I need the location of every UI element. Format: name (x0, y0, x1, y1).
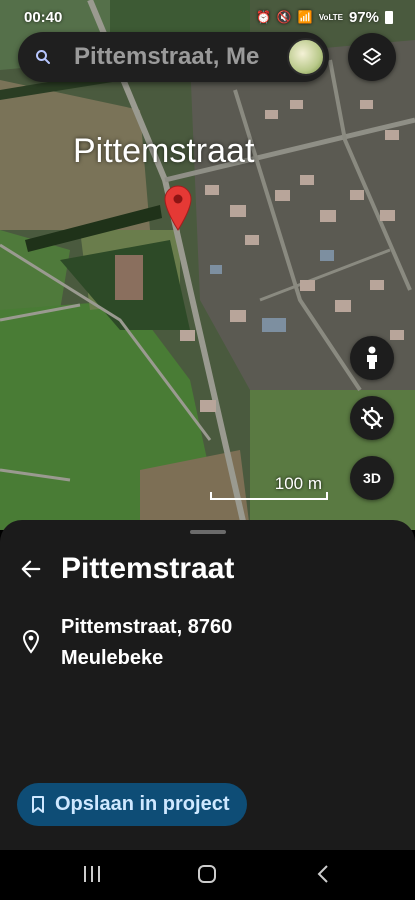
3d-toggle-button[interactable]: 3D (350, 456, 394, 500)
battery-percent: 97% (348, 8, 379, 26)
layers-icon (362, 47, 382, 66)
system-nav-bar (0, 850, 415, 900)
save-label: Opslaan in project (55, 793, 230, 815)
address-pin-icon (22, 630, 40, 654)
mute-icon: 🔇 (276, 10, 292, 24)
search-query[interactable]: Pittemstraat, Me (74, 43, 286, 71)
recent-apps-icon[interactable] (82, 864, 102, 884)
bookmark-icon (32, 795, 44, 813)
street-view-button[interactable] (350, 336, 394, 380)
map-place-label: Pittemstraat (73, 132, 255, 170)
map-scale: 100 m (210, 470, 328, 502)
account-avatar[interactable] (287, 38, 325, 76)
status-time: 00:40 (24, 8, 63, 26)
home-icon[interactable] (197, 864, 217, 884)
search-icon (36, 50, 50, 64)
battery-icon (385, 10, 393, 24)
address-line-2: Meulebeke (61, 647, 164, 669)
place-title: Pittemstraat (61, 552, 235, 585)
alarm-icon: ⏰ (255, 10, 271, 24)
my-location-button[interactable] (350, 396, 394, 440)
scale-label: 100 m (274, 474, 322, 493)
place-address: Pittemstraat, 8760 Meulebeke (61, 612, 232, 674)
location-off-icon (361, 407, 383, 429)
status-icons: ⏰ 🔇 📶 VoLTE 97% (256, 9, 393, 26)
scale-bar (210, 492, 328, 500)
place-details-sheet: Pittemstraat Pittemstraat, 8760 Meulebek… (0, 520, 415, 850)
pegman-icon (367, 346, 377, 369)
back-nav-icon[interactable] (314, 864, 334, 884)
back-arrow-icon[interactable] (20, 558, 42, 580)
sheet-drag-handle[interactable] (190, 530, 226, 534)
search-bar[interactable]: Pittemstraat, Me (18, 32, 329, 82)
save-to-project-button[interactable]: Opslaan in project (17, 783, 248, 826)
network-label: VoLTE (318, 12, 343, 22)
wifi-icon: 📶 (297, 10, 313, 24)
layers-button[interactable] (348, 33, 396, 81)
address-line-1: Pittemstraat, 8760 (61, 616, 233, 638)
location-pin-icon (164, 185, 192, 231)
status-bar: 00:40 ⏰ 🔇 📶 VoLTE 97% (0, 0, 415, 34)
